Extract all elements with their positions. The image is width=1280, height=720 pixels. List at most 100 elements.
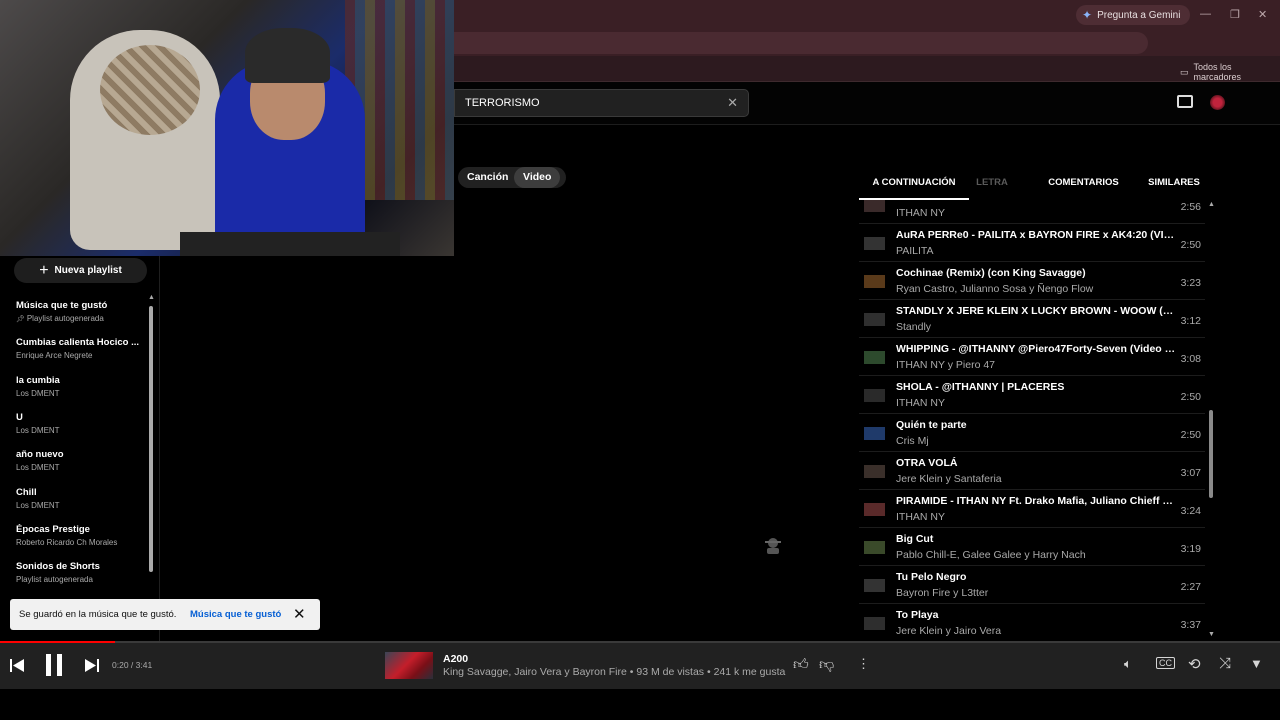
queue-artist[interactable]: PAILITA — [896, 245, 1176, 257]
playlist-subtitle-text: Los DMENT — [16, 388, 60, 398]
close-window-icon[interactable]: ✕ — [1258, 8, 1267, 21]
queue-item[interactable]: WHIPPING - @ITHANNY @Piero47Forty-Seven … — [859, 338, 1205, 376]
queue-item[interactable]: Tu Pelo Negro Bayron Fire y L3tter 2:27 — [859, 566, 1205, 604]
tab-a-continuación[interactable]: A CONTINUACIÓN — [859, 170, 969, 200]
playlist-subtitle-text: Los DMENT — [16, 463, 60, 473]
folder-icon: ▭ — [1180, 66, 1189, 77]
queue-artist[interactable]: ITHAN NY — [896, 397, 1176, 409]
queue-artist[interactable]: ITHAN NY y Piero 47 — [896, 359, 1176, 371]
shuffle-icon[interactable]: ⤨ — [1219, 655, 1231, 672]
song-option[interactable]: Canción — [458, 167, 517, 188]
queue-scroll-down-icon[interactable]: ▼ — [1208, 631, 1215, 638]
repeat-icon[interactable]: ⟲ — [1188, 655, 1201, 673]
desk — [180, 232, 400, 256]
queue-thumbnail — [864, 275, 885, 288]
queue-artist[interactable]: ITHAN NY — [896, 207, 1176, 219]
queue-title: Big Cut — [896, 533, 934, 545]
playlist-title: la cumbia — [16, 374, 60, 386]
queue-artist[interactable]: Standly — [896, 321, 1176, 333]
playlist-subtitle: Los DMENT — [16, 389, 141, 398]
volume-icon[interactable]: 🔈︎ — [1124, 656, 1132, 672]
playlist-item[interactable]: Chill Los DMENT — [16, 487, 141, 510]
playlist-title: U — [16, 411, 23, 423]
queue-thumbnail — [864, 579, 885, 592]
queue-item[interactable]: To Playa Jere Klein y Jairo Vera 3:37 — [859, 604, 1205, 642]
previous-icon[interactable] — [10, 659, 24, 672]
gemini-label: Pregunta a Gemini — [1097, 9, 1181, 21]
scroll-up-icon[interactable]: ▲ — [148, 294, 155, 301]
playlist-subtitle: Playlist autogenerada — [16, 575, 141, 584]
queue-item[interactable]: Cochinae (Remix) (con King Savagge) Ryan … — [859, 262, 1205, 300]
queue-item[interactable]: STANDLY X JERE KLEIN X LUCKY BROWN - WOO… — [859, 300, 1205, 338]
queue-item[interactable]: AuRA PERRe0 - PAILITA x BAYRON FIRE x AK… — [859, 224, 1205, 262]
restore-icon[interactable]: ❐ — [1230, 8, 1240, 21]
queue-artist[interactable]: Pablo Chill-E, Galee Galee y Harry Nach — [896, 549, 1176, 561]
queue-scrollbar[interactable] — [1209, 410, 1213, 498]
queue-duration: 3:08 — [1180, 353, 1201, 365]
now-playing-subtitle: King Savagge, Jairo Vera y Bayron Fire •… — [443, 666, 786, 678]
queue-artist[interactable]: Cris Mj — [896, 435, 1176, 447]
queue-item[interactable]: Big Cut Pablo Chill-E, Galee Galee y Harr… — [859, 528, 1205, 566]
queue-item[interactable]: PIRAMIDE - ITHAN NY Ft. Drako Mafia, Jul… — [859, 490, 1205, 528]
queue-duration: 3:24 — [1180, 505, 1201, 517]
toast-message: Se guardó en la música que te gustó. — [19, 609, 177, 620]
dislike-icon[interactable]: 👎︎ — [819, 656, 834, 674]
queue-duration: 2:50 — [1180, 429, 1201, 441]
search-box[interactable]: TERRORISMO ✕ — [454, 89, 749, 117]
toast-link[interactable]: Música que te gustó — [190, 609, 281, 620]
sidebar-scrollbar[interactable] — [149, 306, 153, 572]
queue-item[interactable]: Quién te parte Cris Mj 2:50 — [859, 414, 1205, 452]
queue-scroll-up-icon[interactable]: ▲ — [1208, 201, 1215, 208]
gemini-button[interactable]: ✦ Pregunta a Gemini — [1076, 5, 1191, 25]
queue-artist[interactable]: Bayron Fire y L3tter — [896, 587, 1176, 599]
clear-search-icon[interactable]: ✕ — [727, 95, 738, 111]
like-icon[interactable]: 👍︎ — [793, 656, 809, 674]
new-playlist-button[interactable]: + Nueva playlist — [14, 258, 147, 283]
playlist-title: Cumbias calienta Hocico ... — [16, 337, 140, 349]
playlist-item[interactable]: año nuevo Los DMENT — [16, 449, 141, 472]
queue-duration: 2:50 — [1180, 391, 1201, 403]
sidebar-divider — [159, 256, 160, 642]
captions-icon[interactable]: CC — [1156, 657, 1175, 669]
minimize-icon[interactable]: — — [1200, 8, 1211, 20]
queue-thumbnail — [864, 541, 885, 554]
queue-artist[interactable]: ITHAN NY — [896, 511, 1176, 523]
now-playing-title[interactable]: A200 — [443, 653, 468, 665]
song-video-toggle[interactable]: Canción Video — [458, 167, 566, 188]
playlist-item[interactable]: la cumbia Los DMENT — [16, 375, 141, 398]
tab-similares[interactable]: SIMILARES — [1129, 170, 1219, 200]
now-playing-thumbnail[interactable] — [385, 652, 433, 679]
gemini-icon: ✦ — [1082, 8, 1093, 22]
queue-thumbnail — [864, 351, 885, 364]
bucket-hat — [100, 45, 200, 135]
queue-artist[interactable]: Jere Klein y Santaferia — [896, 473, 1176, 485]
playlist-item[interactable]: Épocas Prestige Roberto Ricardo Ch Morale… — [16, 524, 141, 547]
cap — [245, 28, 330, 83]
queue-item[interactable]: M... ITHAN NY 2:56 — [859, 200, 1205, 224]
tab-comentarios[interactable]: COMENTARIOS — [1021, 170, 1146, 200]
queue-item[interactable]: OTRA VOLÁ Jere Klein y Santaferia 3:07 — [859, 452, 1205, 490]
cast-icon[interactable] — [1177, 95, 1193, 108]
plus-icon: + — [39, 261, 49, 279]
next-icon[interactable] — [85, 659, 99, 672]
queue-item[interactable]: SHOLA - @ITHANNY | PLACERES ITHAN NY 2:50 — [859, 376, 1205, 414]
video-option[interactable]: Video — [514, 167, 561, 188]
playlist-item[interactable]: U Los DMENT — [16, 412, 141, 435]
playlist-item[interactable]: Música que te gustó 📌︎ Playlist autogener… — [16, 300, 141, 323]
queue-duration: 3:12 — [1180, 315, 1201, 327]
expand-player-icon[interactable]: ▼ — [1250, 656, 1263, 671]
playlist-item[interactable]: Cumbias calienta Hocico ... Enrique Arce … — [16, 337, 141, 360]
more-options-icon[interactable]: ⋮ — [857, 656, 870, 672]
queue-thumbnail — [864, 389, 885, 402]
close-icon[interactable]: ✕ — [293, 605, 306, 623]
all-bookmarks[interactable]: ▭ Todos los marcadores — [1180, 62, 1280, 82]
playlist-item[interactable]: Sonidos de Shorts Playlist autogenerada — [16, 561, 141, 584]
search-input[interactable]: TERRORISMO — [465, 97, 540, 109]
queue-artist[interactable]: Jere Klein y Jairo Vera — [896, 625, 1176, 637]
queue-artist[interactable]: Ryan Castro, Julianno Sosa y Ñengo Flow — [896, 283, 1176, 295]
user-avatar[interactable] — [1210, 95, 1225, 110]
pause-icon[interactable] — [46, 654, 63, 676]
playlist-subtitle: Los DMENT — [16, 463, 141, 472]
queue-duration: 2:27 — [1180, 581, 1201, 593]
playlist-title: Música que te gustó — [16, 300, 108, 311]
